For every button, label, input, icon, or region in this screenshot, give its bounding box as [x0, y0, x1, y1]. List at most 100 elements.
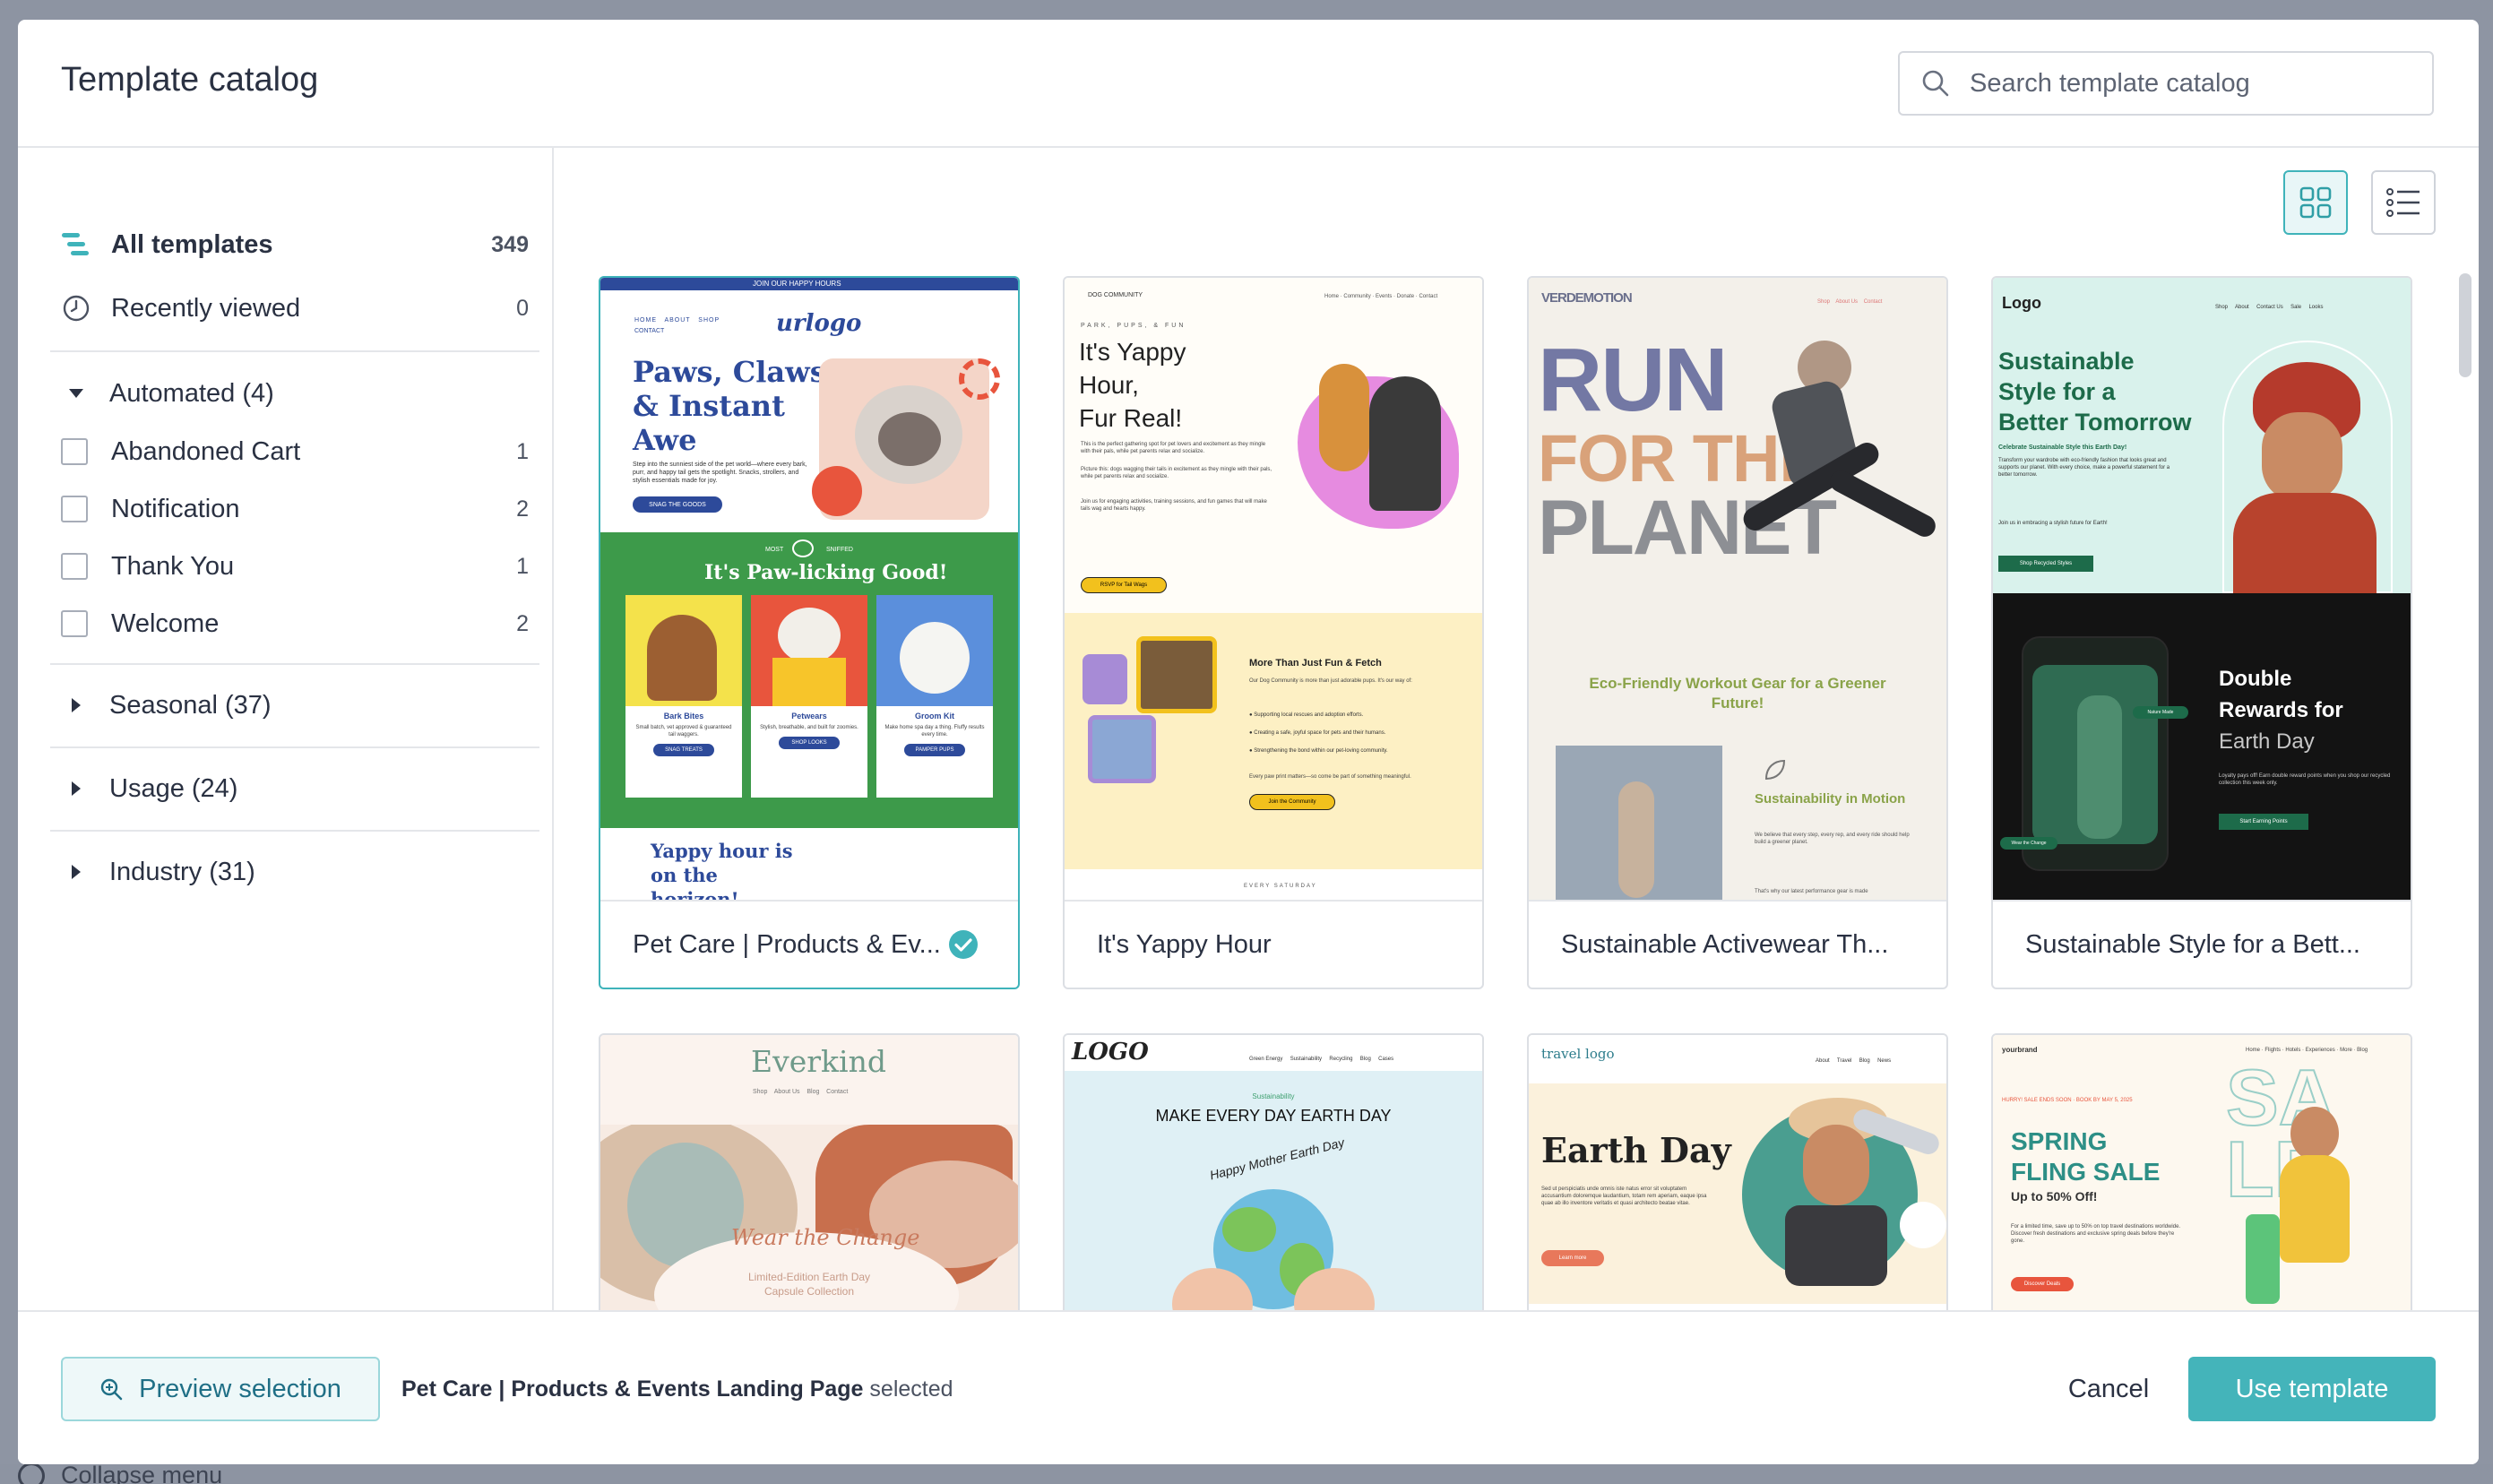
list-view-button[interactable]	[2371, 170, 2436, 235]
thumb-intro: Celebrate Sustainable Style this Earth D…	[1998, 444, 2127, 451]
use-template-button[interactable]: Use template	[2188, 1357, 2436, 1421]
thumb-body: Join us in embracing a stylish future fo…	[1998, 521, 2108, 526]
thumb-photo-frame	[2022, 636, 2169, 871]
sidebar-group-industry[interactable]: Industry (31)	[61, 847, 529, 897]
collapse-menu-label: Collapse menu	[61, 1462, 223, 1484]
template-card-sustainable-activewear[interactable]: VERDEMOTION Shop About Us Contact RUN FO…	[1527, 276, 1948, 989]
sidebar-group-usage[interactable]: Usage (24)	[61, 764, 529, 814]
sidebar-item-label: Abandoned Cart	[111, 436, 301, 466]
thumb-headline: It's Yappy Hour, Fur Real!	[1079, 338, 1186, 432]
thumb-eyebrow: HURRY! SALE ENDS SOON · BOOK BY MAY 5, 2…	[2002, 1098, 2133, 1103]
sidebar-group-automated[interactable]: Automated (4)	[61, 368, 529, 418]
grid-view-button[interactable]	[2283, 170, 2348, 235]
sidebar-item-thank-you[interactable]: Thank You 1	[61, 541, 529, 591]
sidebar-item-count: 2	[516, 610, 529, 636]
thumb-bullets: ● Supporting local rescues and adoption …	[1249, 712, 1388, 754]
preview-selection-button[interactable]: Preview selection	[61, 1357, 380, 1421]
thumb-cta: RSVP for Tail Wags	[1081, 577, 1167, 593]
sidebar-item-all-templates[interactable]: All templates 349	[61, 220, 529, 270]
modal-footer: Preview selection Pet Care | Products & …	[18, 1310, 2479, 1464]
cancel-button[interactable]: Cancel	[2032, 1357, 2185, 1421]
thumb-logo: yourbrand	[2002, 1046, 2038, 1054]
template-card-spring-fling[interactable]: yourbrand Home · Flights · Hotels · Expe…	[1991, 1033, 2412, 1310]
thumb-headline: MAKE EVERY DAY EARTH DAY	[1155, 1107, 1392, 1125]
thumb-shirt	[2233, 493, 2377, 593]
sidebar-group-label: Industry (31)	[109, 857, 255, 886]
template-card-pet-care[interactable]: JOIN OUR HAPPY HOURS HOME ABOUT SHOP CON…	[599, 276, 1020, 989]
thumb-brand: DOG COMMUNITY	[1088, 292, 1143, 298]
template-thumbnail: Logo Shop About Contact Us Sale Looks Su…	[1993, 278, 2411, 900]
thumb-logo: travel logo	[1541, 1046, 1615, 1062]
modal-title: Template catalog	[61, 61, 319, 99]
checkbox[interactable]	[61, 553, 88, 580]
template-thumbnail: DOG COMMUNITY Home · Community · Events …	[1065, 278, 1482, 900]
sidebar-item-notification[interactable]: Notification 2	[61, 484, 529, 534]
sidebar-item-abandoned-cart[interactable]: Abandoned Cart 1	[61, 427, 529, 477]
thumb-tag: Wear the Change	[2000, 837, 2057, 850]
thumb-brand: Everkind	[751, 1044, 886, 1079]
sidebar-item-welcome[interactable]: Welcome 2	[61, 599, 529, 649]
checkbox[interactable]	[61, 610, 88, 637]
thumb-eyebrow: PARK, PUPS, & FUN	[1081, 323, 1186, 329]
thumb-photo	[1556, 746, 1722, 900]
cat-icon	[792, 539, 814, 557]
thumb-bag	[1785, 1205, 1887, 1286]
thumb-body: Picture this: dogs wagging their tails i…	[1081, 467, 1272, 479]
leaf-icon	[1764, 759, 1786, 781]
thumb-footer: EVERY SATURDAY	[1244, 884, 1317, 889]
scrollbar[interactable]	[2459, 273, 2471, 377]
search-input[interactable]	[1970, 68, 2418, 99]
thumb-body: Join us for engaging activities, trainin…	[1081, 499, 1267, 512]
sidebar-item-label: Recently viewed	[111, 293, 301, 323]
thumb-logo: Logo	[2002, 294, 2041, 312]
thumb-nav: Shop About Us Blog Contact	[753, 1089, 849, 1095]
thumb-text: SNIFFED	[826, 547, 853, 553]
thumb-product: Petwears Stylish, breathable, and built …	[751, 595, 867, 798]
thumb-cloud	[1900, 1202, 1946, 1248]
search-box[interactable]	[1898, 51, 2434, 116]
thumb-face	[1803, 1125, 1869, 1205]
collapse-icon	[18, 1462, 45, 1484]
thumb-footer-text: Yappy hour is on the horizon!	[651, 840, 793, 900]
check-circle-icon	[948, 930, 978, 959]
thumb-body: Transform your wardrobe with eco-friendl…	[1998, 458, 2170, 478]
template-card-sustainable-style[interactable]: Logo Shop About Contact Us Sale Looks Su…	[1991, 276, 2412, 989]
template-card-travel-earth-day[interactable]: travel logo About Travel Blog News Earth…	[1527, 1033, 1948, 1310]
thumb-nav-item: CONTACT	[634, 328, 665, 334]
template-card-everkind[interactable]: Everkind Shop About Us Blog Contact Wear…	[599, 1033, 1020, 1310]
checkbox[interactable]	[61, 496, 88, 522]
thumb-subtitle: Limited-Edition Earth Day Capsule Collect…	[747, 1271, 871, 1298]
sidebar-group-seasonal[interactable]: Seasonal (37)	[61, 680, 529, 730]
thumb-nav: Shop About Us Contact	[1817, 299, 1883, 305]
category-sidebar: All templates 349 Recently viewed 0 Auto…	[18, 148, 554, 1310]
template-card-label: Pet Care | Products & Ev...	[600, 900, 1018, 988]
thumb-cta: Start Earning Points	[2219, 814, 2308, 830]
thumb-cta: Join the Community	[1249, 794, 1335, 810]
thumb-body: We believe that every step, every rep, a…	[1755, 833, 1910, 845]
list-icon	[2386, 188, 2420, 217]
template-thumbnail: JOIN OUR HAPPY HOURS HOME ABOUT SHOP CON…	[600, 278, 1018, 900]
thumb-script: Wear the Change	[731, 1225, 920, 1250]
sidebar-divider	[50, 746, 539, 748]
sidebar-item-count: 0	[516, 295, 529, 321]
thumb-section-title: More Than Just Fun & Fetch	[1249, 658, 1382, 669]
thumb-logo: LOGO	[1072, 1039, 1149, 1066]
thumb-tag: Nature Made	[2133, 706, 2188, 719]
thumb-headline: Paws, Claws & Instant Awe	[633, 355, 826, 457]
sidebar-item-label: Notification	[111, 494, 240, 523]
checkbox[interactable]	[61, 438, 88, 465]
template-card-earth-day[interactable]: LOGO Green Energy Sustainability Recycli…	[1063, 1033, 1484, 1310]
all-templates-icon	[61, 229, 91, 260]
thumb-headline: RUN	[1538, 330, 1729, 430]
template-catalog-modal: Template catalog All templates 349 Recen…	[18, 20, 2479, 1464]
chevron-down-icon	[61, 389, 91, 398]
modal-header: Template catalog	[18, 20, 2479, 148]
thumb-cta: Discover Deals	[2011, 1277, 2074, 1291]
sidebar-group-label: Usage (24)	[109, 773, 238, 803]
thumb-photo	[1083, 654, 1127, 704]
thumb-headline: Sustainable Style for a Better Tomorrow	[1998, 348, 2192, 436]
template-card-yappy-hour[interactable]: DOG COMMUNITY Home · Community · Events …	[1063, 276, 1484, 989]
thumb-cta: Shop Recycled Styles	[1998, 556, 2093, 572]
thumb-cta: SNAG THE GOODS	[633, 496, 722, 513]
sidebar-item-recently-viewed[interactable]: Recently viewed 0	[61, 283, 529, 333]
